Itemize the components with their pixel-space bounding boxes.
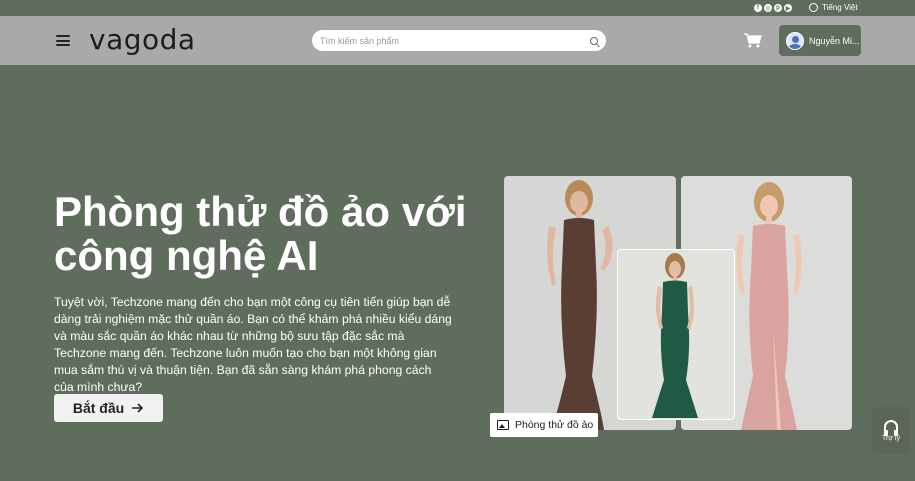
search-input[interactable] — [320, 35, 590, 46]
menu-icon[interactable] — [56, 35, 70, 46]
user-account-button[interactable]: Nguyễn Mi... — [779, 25, 861, 56]
image-icon — [497, 420, 509, 430]
badge-label: Phòng thử đồ ảo — [515, 419, 594, 431]
hero-description: Tuyệt vời, Techzone mang đến cho bạn một… — [54, 295, 452, 394]
hero-title: Phòng thử đồ ảo với công nghệ AI — [54, 188, 467, 279]
assistant-button[interactable]: Trợ lý — [872, 407, 910, 454]
instagram-icon[interactable]: ◎ — [764, 4, 772, 12]
language-label: Tiếng Việt — [822, 3, 858, 12]
cart-icon[interactable] — [744, 33, 762, 48]
headset-icon — [884, 419, 898, 436]
virtual-fitting-badge[interactable]: Phòng thử đồ ảo — [490, 413, 598, 437]
search-bar — [312, 30, 606, 51]
start-button-label: Bắt đầu — [72, 400, 125, 416]
search-icon[interactable] — [590, 36, 598, 45]
language-selector[interactable]: Tiếng Việt — [809, 3, 858, 12]
user-name: Nguyễn Mi... — [809, 35, 860, 46]
top-bar: f ◎ p ▶ Tiếng Việt — [0, 0, 915, 16]
youtube-icon[interactable]: ▶ — [784, 4, 792, 12]
assistant-label: Trợ lý — [882, 434, 900, 442]
globe-icon — [809, 3, 818, 12]
start-button[interactable]: Bắt đầu — [54, 394, 163, 422]
pinterest-icon[interactable]: p — [774, 4, 782, 12]
model-photo-green-dress — [617, 249, 735, 420]
facebook-icon[interactable]: f — [754, 4, 762, 12]
site-logo[interactable]: vagoda — [89, 23, 196, 56]
arrow-right-icon — [132, 403, 144, 413]
avatar — [786, 31, 804, 50]
social-links: f ◎ p ▶ — [754, 4, 792, 12]
site-header: vagoda Nguyễn Mi... — [0, 16, 915, 65]
